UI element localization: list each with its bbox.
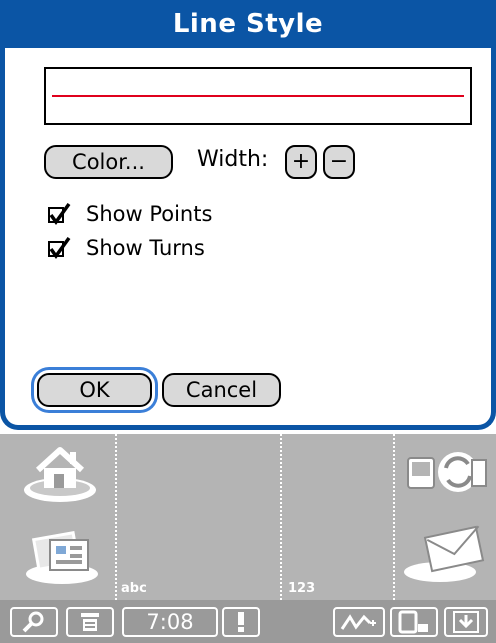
line-preview	[44, 67, 472, 125]
silkscreen-area: abc 123	[0, 434, 496, 600]
home-icon[interactable]	[20, 442, 100, 506]
show-points-row[interactable]: Show Points	[48, 202, 212, 226]
show-turns-checkbox[interactable]	[48, 237, 71, 259]
status-bar: 7:08	[0, 600, 496, 643]
graffiti-icon[interactable]	[333, 607, 385, 637]
line-style-dialog: Line Style Color... Width: + − Show Poin…	[0, 0, 496, 430]
clock[interactable]: 7:08	[122, 607, 218, 637]
dialog-title: Line Style	[0, 0, 496, 48]
alert-icon[interactable]	[222, 607, 260, 637]
input-area-icon[interactable]	[390, 607, 438, 637]
show-points-checkbox[interactable]	[48, 203, 71, 225]
find-icon[interactable]	[10, 607, 58, 637]
applications-icon[interactable]	[22, 522, 102, 586]
cancel-button[interactable]: Cancel	[162, 373, 281, 407]
show-turns-row[interactable]: Show Turns	[48, 236, 205, 260]
divider	[393, 434, 395, 600]
width-increase-button[interactable]: +	[285, 145, 317, 179]
width-decrease-button[interactable]: −	[323, 145, 355, 179]
hide-area-icon[interactable]	[444, 607, 488, 637]
divider	[280, 434, 282, 600]
ok-button[interactable]: OK	[37, 373, 152, 407]
divider	[115, 434, 117, 600]
mail-icon[interactable]	[400, 520, 490, 586]
numeric-label: 123	[288, 581, 316, 596]
sync-icon[interactable]	[400, 442, 490, 506]
width-label: Width:	[197, 147, 269, 172]
show-turns-label: Show Turns	[86, 236, 205, 260]
menu-icon[interactable]	[66, 607, 114, 637]
show-points-label: Show Points	[86, 202, 213, 226]
color-button[interactable]: Color...	[44, 145, 173, 179]
abc-label: abc	[121, 581, 147, 596]
preview-line	[52, 95, 464, 97]
